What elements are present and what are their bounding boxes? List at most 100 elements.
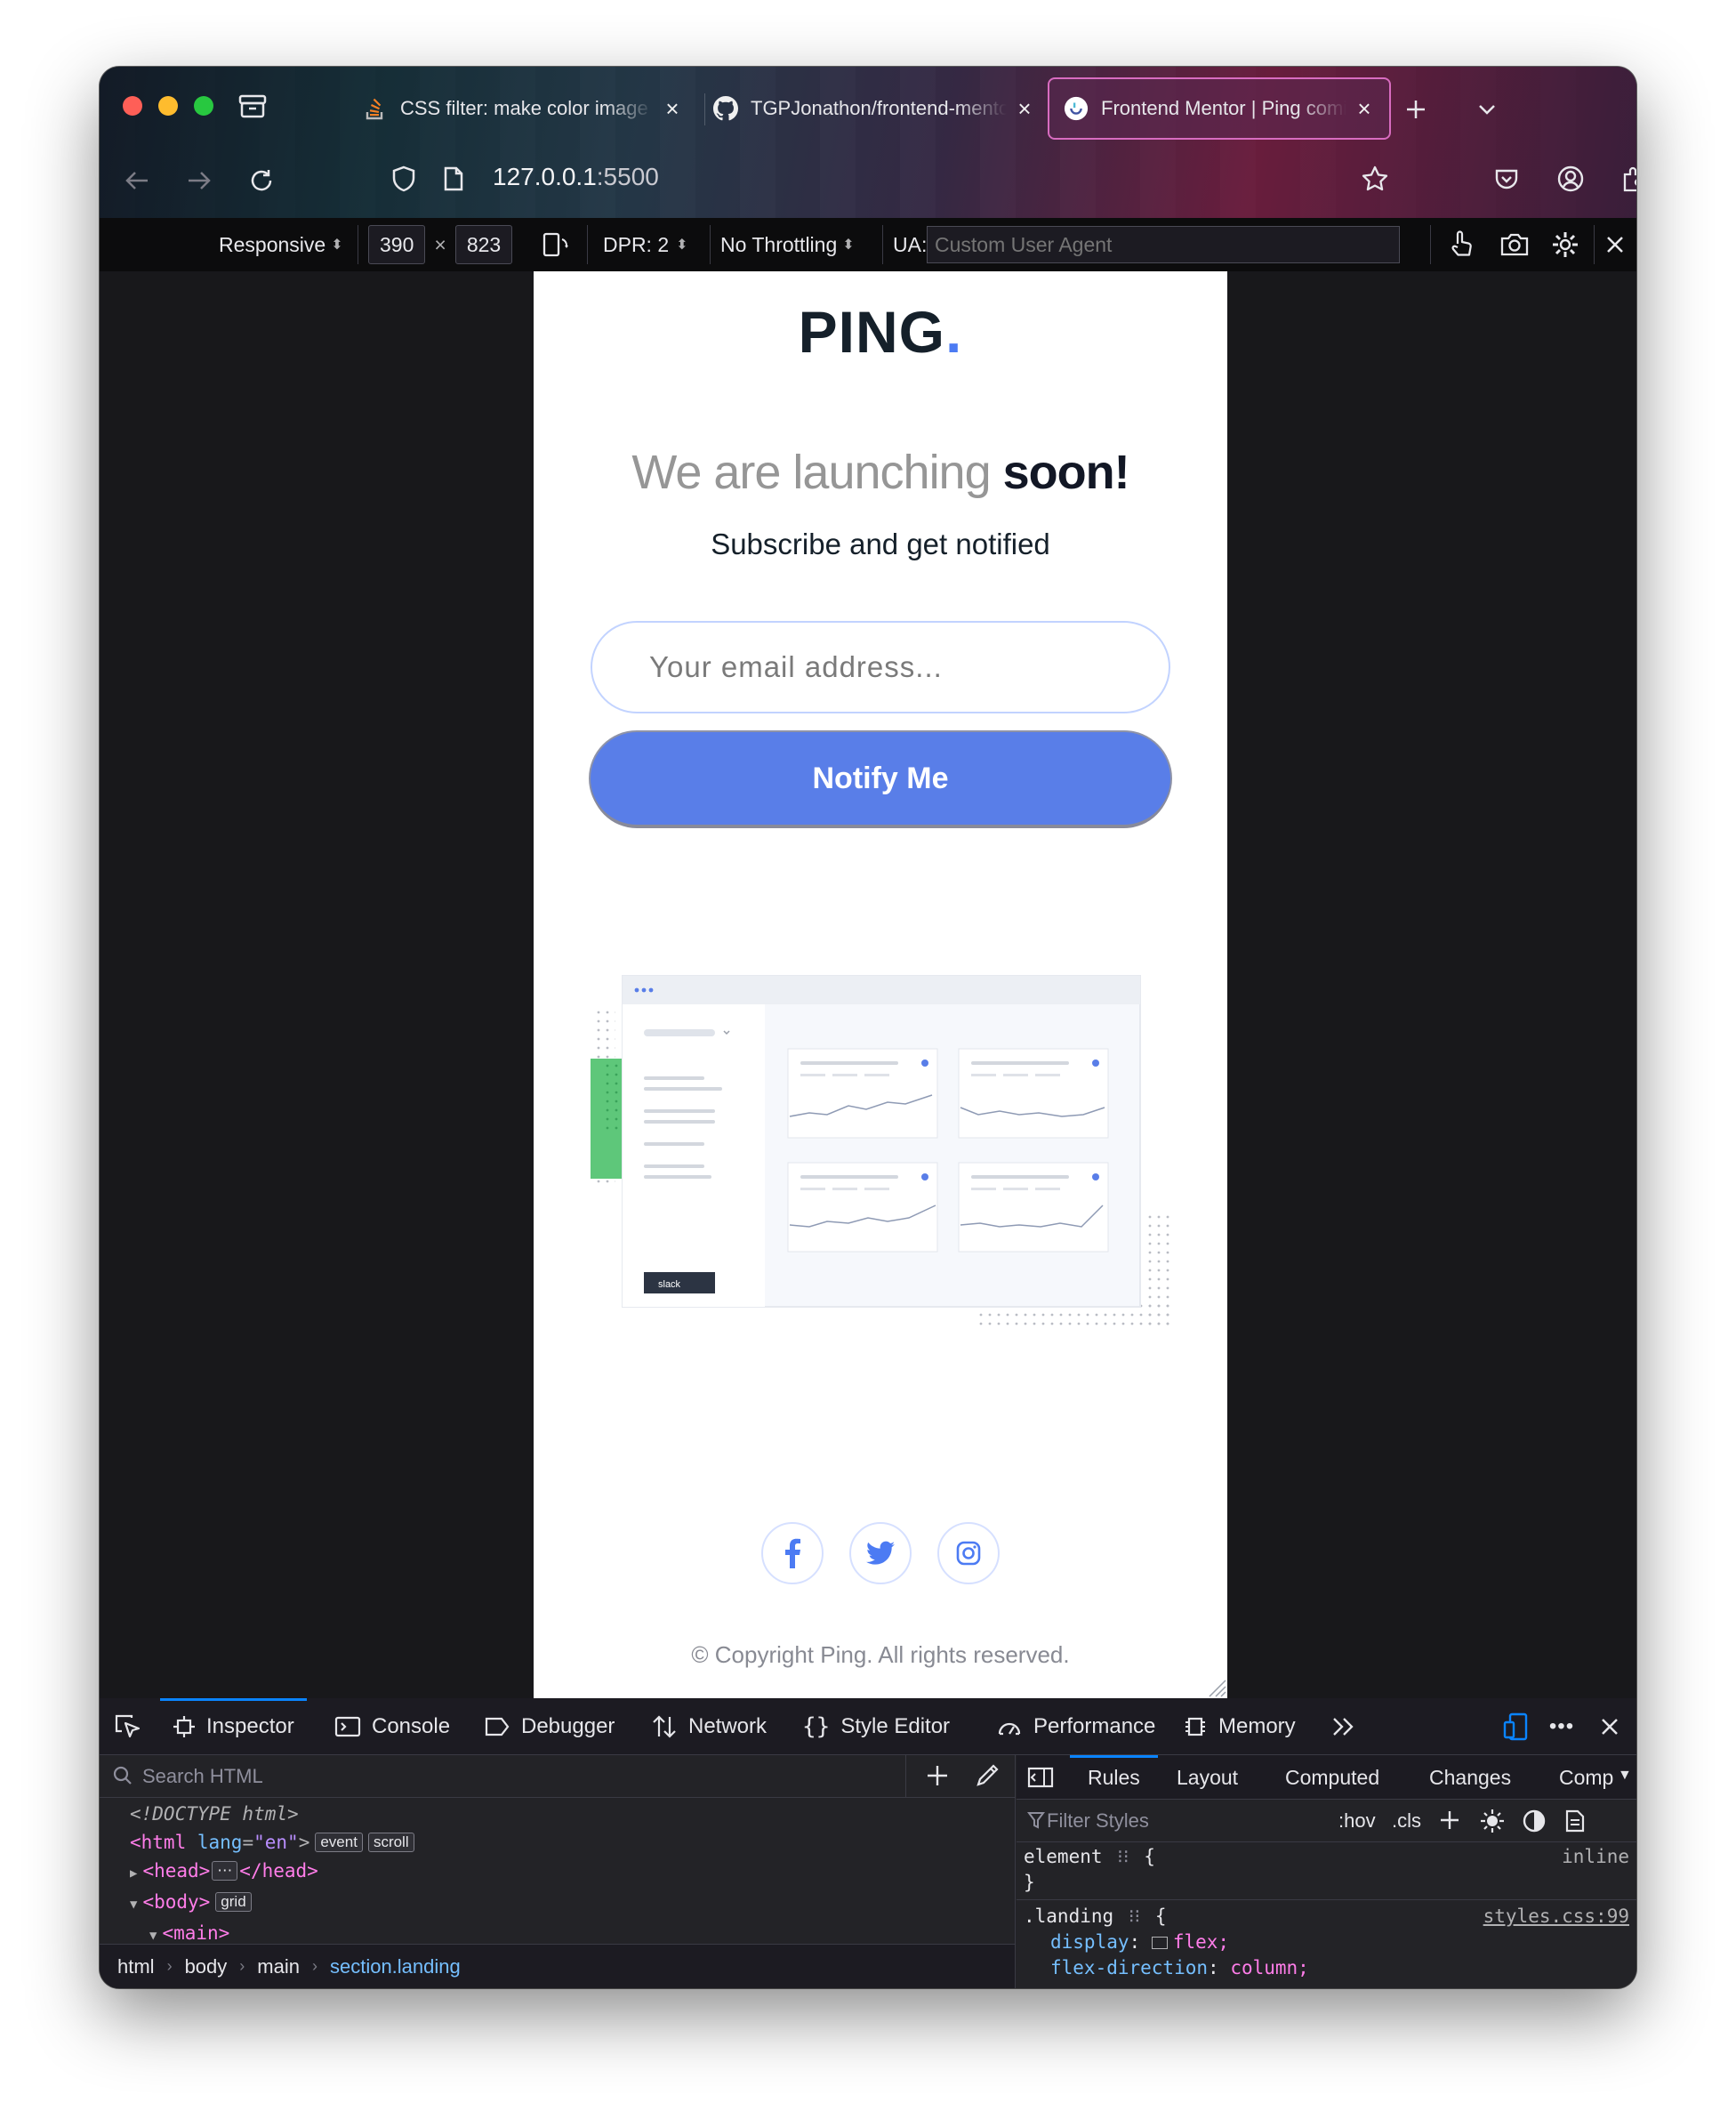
- rotate-viewport-icon[interactable]: [541, 218, 571, 271]
- tab-performance[interactable]: Performance: [996, 1698, 1155, 1755]
- url-text[interactable]: 127.0.0.1:5500: [493, 163, 659, 191]
- viewport-resize-handle[interactable]: [1202, 1673, 1227, 1698]
- css-declaration[interactable]: display: flex;: [1017, 1930, 1636, 1955]
- select-arrows-icon: ⬍: [676, 238, 688, 253]
- more-tools-chevron-icon[interactable]: [1330, 1698, 1357, 1755]
- tab-network[interactable]: Network: [651, 1698, 767, 1755]
- account-icon[interactable]: [1551, 159, 1590, 198]
- list-all-tabs-icon[interactable]: [1467, 90, 1507, 129]
- responsive-mode-icon[interactable]: [1499, 1711, 1531, 1743]
- filter-styles-input[interactable]: Filter Styles :hov .cls: [1017, 1800, 1636, 1842]
- tab-frontend-mentor[interactable]: Frontend Mentor | Ping coming soon ×: [1048, 77, 1391, 140]
- settings-gear-icon[interactable]: [1551, 218, 1579, 271]
- tab-compatibility[interactable]: Comp: [1559, 1755, 1616, 1800]
- hov-toggle[interactable]: :hov: [1338, 1809, 1376, 1833]
- tab-changes[interactable]: Changes: [1429, 1755, 1511, 1800]
- css-declaration[interactable]: flex-direction: column;: [1017, 1955, 1636, 1981]
- minimize-window-button[interactable]: [158, 96, 178, 116]
- user-agent-input[interactable]: [927, 226, 1400, 263]
- attr-name: lang: [197, 1832, 243, 1853]
- landing-rule[interactable]: .landing ⁝⁝ { styles.css:99: [1017, 1904, 1636, 1930]
- screenshot-icon[interactable]: [1499, 218, 1530, 271]
- dashboard-illustration: slack: [591, 975, 1174, 1330]
- tab-label: Console: [372, 1714, 451, 1738]
- breadcrumb-item[interactable]: body: [185, 1955, 228, 1978]
- stylesheet-link[interactable]: styles.css:99: [1483, 1904, 1629, 1930]
- close-tab-icon[interactable]: ×: [1014, 97, 1035, 120]
- instagram-icon[interactable]: [937, 1522, 1000, 1584]
- memory-chip-icon: [1183, 1714, 1208, 1739]
- mini-chart-card: [787, 1048, 938, 1139]
- dpr-selector[interactable]: DPR: 2 ⬍: [603, 218, 688, 271]
- reload-icon[interactable]: [242, 161, 281, 200]
- scroll-badge[interactable]: scroll: [367, 1833, 414, 1852]
- tab-debugger[interactable]: Debugger: [484, 1698, 615, 1755]
- new-tab-icon[interactable]: [1396, 90, 1435, 129]
- collapse-triangle-icon[interactable]: ▼: [130, 1897, 137, 1912]
- tab-style-editor[interactable]: {} Style Editor: [802, 1698, 950, 1755]
- toggle-pane-icon[interactable]: [1027, 1766, 1054, 1795]
- firefox-view-icon[interactable]: [233, 86, 272, 125]
- breadcrumb-item[interactable]: html: [117, 1955, 155, 1978]
- forward-icon[interactable]: [180, 161, 219, 200]
- element-rule[interactable]: element ⁝⁝ { inline: [1017, 1844, 1636, 1870]
- more-tabs-chevron-icon[interactable]: ▼: [1618, 1768, 1632, 1784]
- search-separator: [905, 1755, 906, 1798]
- flexbox-highlighter-icon[interactable]: [1151, 1937, 1168, 1949]
- bookmark-star-icon[interactable]: [1355, 159, 1394, 198]
- tab-github[interactable]: TGPJonathon/frontend-mentor ×: [699, 76, 1049, 141]
- tree-node-body[interactable]: ▼ <body> grid: [100, 1888, 1015, 1919]
- url-bar[interactable]: 127.0.0.1:5500: [366, 152, 1636, 207]
- add-rule-icon[interactable]: [1438, 1809, 1461, 1837]
- tracking-shield-icon[interactable]: [384, 159, 423, 198]
- inspector-icon: [173, 1715, 196, 1738]
- height-input[interactable]: 823: [454, 225, 513, 264]
- tab-layout[interactable]: Layout: [1177, 1755, 1238, 1800]
- close-tab-icon[interactable]: ×: [662, 97, 683, 120]
- tree-node-doctype[interactable]: <!DOCTYPE html>: [100, 1800, 1015, 1828]
- tab-console[interactable]: Console: [334, 1698, 450, 1755]
- page-info-icon[interactable]: [434, 159, 473, 198]
- close-window-button[interactable]: [123, 96, 142, 116]
- device-selector[interactable]: Responsive ⬍: [219, 218, 343, 271]
- mini-chart-card: [958, 1048, 1109, 1139]
- touch-simulation-icon[interactable]: [1448, 218, 1475, 271]
- notify-me-button[interactable]: Notify Me: [591, 732, 1170, 825]
- tab-memory[interactable]: Memory: [1183, 1698, 1296, 1755]
- close-tab-icon[interactable]: ×: [1354, 97, 1375, 120]
- width-input[interactable]: 390: [368, 225, 426, 264]
- cls-toggle[interactable]: .cls: [1392, 1809, 1421, 1833]
- eyedropper-icon[interactable]: [975, 1763, 1000, 1793]
- grid-badge[interactable]: grid: [215, 1892, 252, 1912]
- tab-computed[interactable]: Computed: [1285, 1755, 1379, 1800]
- twitter-icon[interactable]: [849, 1522, 912, 1584]
- more-options-icon[interactable]: •••: [1546, 1711, 1578, 1743]
- tree-node-head[interactable]: ▶ <head> ⋯ </head>: [100, 1857, 1015, 1888]
- close-rdm-icon[interactable]: [1604, 218, 1626, 271]
- zoom-window-button[interactable]: [194, 96, 213, 116]
- tab-rules[interactable]: Rules: [1070, 1755, 1158, 1800]
- print-simulation-icon[interactable]: [1564, 1809, 1586, 1839]
- light-scheme-icon[interactable]: [1479, 1808, 1506, 1840]
- dark-scheme-icon[interactable]: [1522, 1809, 1547, 1839]
- close-devtools-icon[interactable]: [1594, 1711, 1626, 1743]
- facebook-icon[interactable]: [761, 1522, 824, 1584]
- copyright-text: © Copyright Ping. All rights reserved.: [691, 1641, 1070, 1668]
- email-field[interactable]: Your email address...: [591, 621, 1170, 713]
- breadcrumb-item-selected[interactable]: section.landing: [330, 1955, 461, 1978]
- expand-triangle-icon[interactable]: ▶: [130, 1866, 137, 1881]
- element-picker-icon[interactable]: [114, 1698, 142, 1755]
- search-html-input[interactable]: Search HTML: [100, 1755, 1015, 1798]
- tree-node-html[interactable]: <html lang="en"> event scroll: [100, 1828, 1015, 1857]
- add-node-icon[interactable]: [925, 1763, 950, 1793]
- breadcrumb-item[interactable]: main: [257, 1955, 300, 1978]
- back-icon[interactable]: [117, 161, 157, 200]
- throttling-selector[interactable]: No Throttling ⬍: [720, 218, 855, 271]
- tab-stackoverflow[interactable]: CSS filter: make color image ×: [349, 76, 697, 141]
- extensions-icon[interactable]: [1613, 159, 1636, 198]
- collapsed-ellipsis[interactable]: ⋯: [212, 1861, 238, 1881]
- pocket-icon[interactable]: [1487, 159, 1526, 198]
- collapse-triangle-icon[interactable]: ▼: [149, 1929, 157, 1943]
- tab-inspector[interactable]: Inspector: [160, 1698, 307, 1755]
- event-badge[interactable]: event: [315, 1833, 363, 1852]
